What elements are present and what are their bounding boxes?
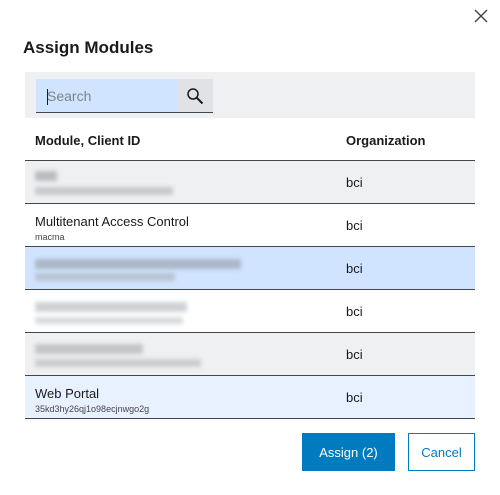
table-row[interactable]: bci [25, 247, 475, 290]
organization-cell: bci [346, 218, 363, 233]
module-name: Web Portal [35, 386, 100, 401]
client-id: 35kd3hy26qj1o98ecjnwgo2g [35, 404, 150, 414]
table-row[interactable]: bci [25, 290, 475, 333]
search-icon [187, 88, 204, 105]
redacted-client-id [35, 359, 201, 367]
redacted-client-id [35, 273, 175, 281]
redacted-name [35, 344, 143, 354]
table-row[interactable]: bci [25, 161, 475, 204]
organization-cell: bci [346, 261, 363, 276]
organization-cell: bci [346, 175, 363, 190]
organization-cell: bci [346, 390, 363, 405]
assign-modules-dialog: Assign Modules Module, Client ID Organiz… [0, 0, 500, 495]
cancel-button[interactable]: Cancel [408, 433, 475, 471]
search-toolbar [25, 72, 475, 118]
organization-cell: bci [346, 304, 363, 319]
redacted-name [35, 171, 57, 181]
client-id: macma [35, 232, 65, 242]
table-row[interactable]: Web Portal 35kd3hy26qj1o98ecjnwgo2g bci [25, 376, 475, 419]
modules-table: Module, Client ID Organization bci Multi… [25, 118, 475, 419]
redacted-client-id [35, 317, 183, 324]
redacted-client-id [35, 187, 173, 195]
search-input[interactable] [36, 79, 177, 113]
table-row[interactable]: bci [25, 333, 475, 376]
table-header: Module, Client ID Organization [25, 118, 475, 161]
dialog-title: Assign Modules [23, 38, 154, 57]
search-button[interactable] [177, 79, 213, 113]
close-icon[interactable] [472, 7, 490, 25]
redacted-name [35, 302, 187, 312]
column-header-module: Module, Client ID [35, 133, 141, 148]
module-name: Multitenant Access Control [35, 214, 189, 229]
redacted-name [35, 259, 241, 269]
assign-button[interactable]: Assign (2) [302, 433, 395, 471]
organization-cell: bci [346, 347, 363, 362]
column-header-organization: Organization [346, 133, 426, 148]
text-caret [47, 89, 48, 105]
table-row[interactable]: Multitenant Access Control macma bci [25, 204, 475, 247]
